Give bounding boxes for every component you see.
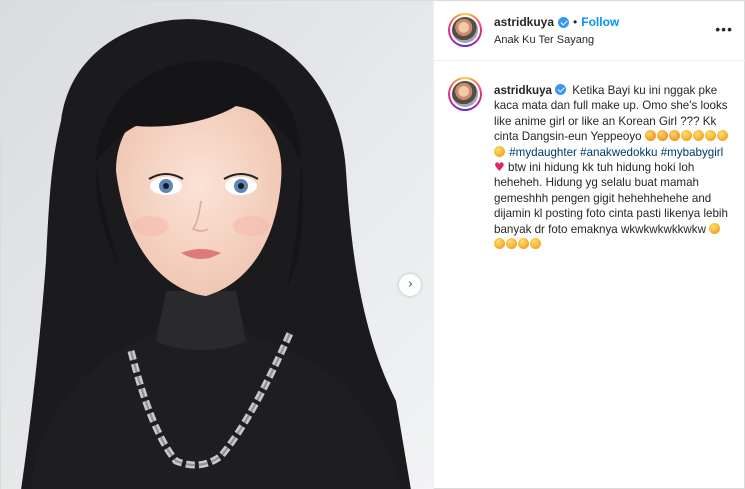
smile-emoji-icon — [494, 145, 505, 157]
caption-body-2: btw ini hidung kk tuh hidung hoki loh he… — [494, 161, 728, 236]
laugh-emoji-icon — [530, 238, 541, 250]
post-photo[interactable]: › — [1, 1, 433, 489]
post-image-illustration — [1, 1, 433, 489]
hashtag-link[interactable]: #mydaughter — [509, 146, 577, 159]
smile-emoji-icon — [704, 130, 716, 142]
next-arrow-icon: › — [407, 277, 414, 292]
hashtag-link[interactable]: #mybabygirl — [661, 146, 724, 159]
post-header: astridkuya • Follow Anak Ku Ter Sayang •… — [434, 1, 745, 61]
follow-button[interactable]: Follow — [581, 15, 619, 29]
header-user-line: astridkuya • Follow — [494, 15, 619, 29]
post-side-panel: astridkuya • Follow Anak Ku Ter Sayang •… — [433, 1, 745, 489]
more-options-icon[interactable]: ••• — [715, 21, 733, 37]
avatar[interactable] — [448, 13, 482, 47]
heart-eyes-emoji-icon — [656, 130, 668, 142]
smile-emoji-icon — [716, 130, 728, 142]
header-username[interactable]: astridkuya — [494, 15, 554, 29]
laugh-emoji-icon — [709, 222, 721, 234]
separator-dot: • — [573, 15, 578, 29]
caption-text: astridkuya Ketika Bayi ku ini nggak pke … — [494, 83, 734, 252]
heart-icon: ♥ — [494, 160, 505, 175]
post-frame: › astridkuya • Follow Anak Ku Ter Sayang… — [0, 0, 745, 489]
laugh-emoji-icon — [506, 238, 517, 250]
wink-emoji-icon — [680, 130, 692, 142]
caption-avatar[interactable] — [448, 77, 482, 111]
hashtag-link[interactable]: #anakwedokku — [580, 146, 657, 159]
location-link[interactable]: Anak Ku Ter Sayang — [494, 34, 594, 46]
verified-badge-icon — [558, 16, 570, 28]
verified-badge-icon — [555, 84, 566, 95]
laugh-emoji-icon — [518, 238, 529, 250]
caption-username[interactable]: astridkuya — [494, 84, 552, 97]
smile-emoji-icon — [692, 130, 704, 142]
laugh-emoji-icon — [494, 238, 505, 250]
heart-eyes-emoji-icon — [668, 130, 680, 142]
heart-eyes-emoji-icon — [644, 130, 656, 142]
next-photo-button[interactable]: › — [399, 274, 421, 296]
